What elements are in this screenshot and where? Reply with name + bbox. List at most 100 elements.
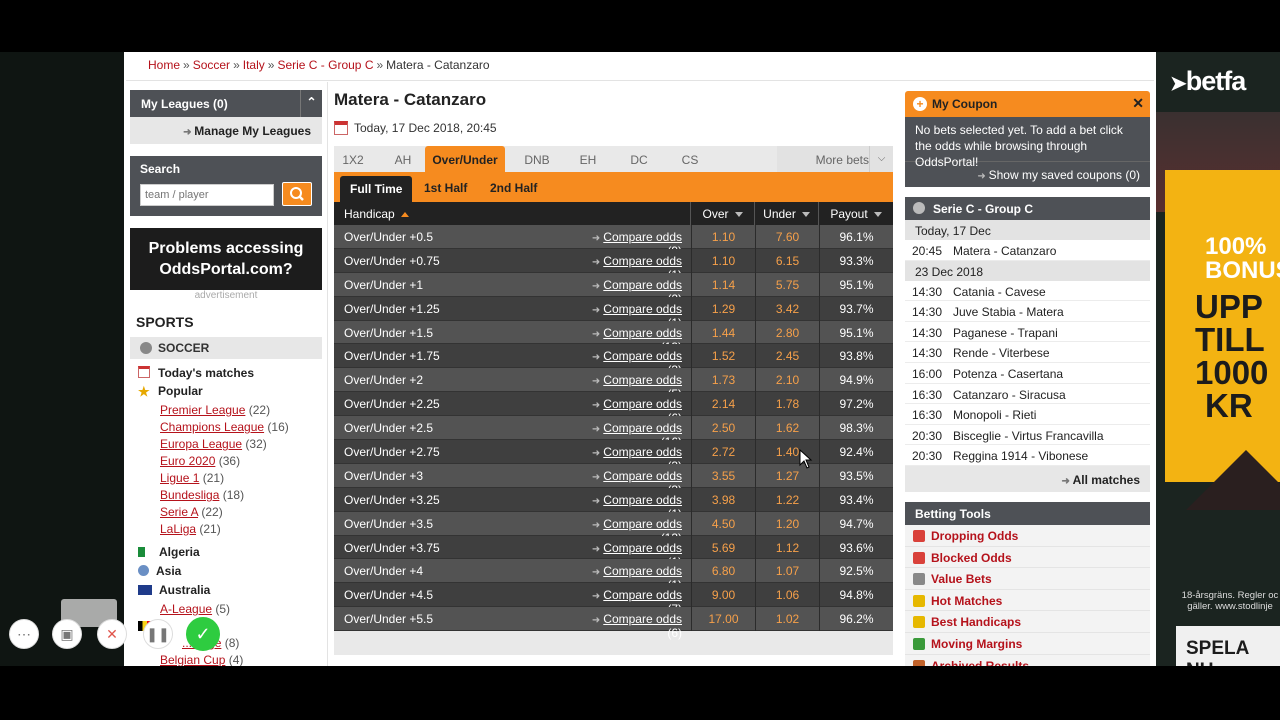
betfair-advertisement[interactable]: ➤betfa 100%BONUS UPPTILL1000KR 18-årsgrä…: [1156, 52, 1280, 666]
problems-banner[interactable]: Problems accessing OddsPortal.com?: [130, 228, 322, 290]
under-odds[interactable]: 2.80: [755, 320, 819, 345]
close-icon[interactable]: ✕: [1132, 95, 1144, 112]
pause-icon[interactable]: ❚❚: [143, 619, 173, 649]
match-item[interactable]: 20:45 Matera - Catanzaro: [905, 240, 1150, 261]
over-odds[interactable]: 4.50: [691, 511, 755, 536]
match-item[interactable]: 14:30 Juve Stabia - Matera: [905, 301, 1150, 322]
over-odds[interactable]: 2.50: [691, 416, 755, 441]
country-asia[interactable]: Asia: [130, 564, 322, 583]
compare-odds-link[interactable]: Compare odds: [603, 373, 682, 387]
col-handicap[interactable]: Handicap: [334, 202, 691, 225]
under-odds[interactable]: 5.75: [755, 272, 819, 297]
country-algeria[interactable]: Algeria: [130, 545, 322, 564]
compare-odds-link[interactable]: Compare odds: [603, 588, 682, 602]
over-odds[interactable]: 9.00: [691, 583, 755, 608]
under-odds[interactable]: 1.22: [755, 487, 819, 512]
compare-odds-link[interactable]: Compare odds: [603, 445, 682, 459]
col-over[interactable]: Over: [691, 202, 755, 225]
tool-link[interactable]: Archived Results: [905, 654, 1150, 666]
over-odds[interactable]: 1.10: [691, 248, 755, 273]
over-odds[interactable]: 1.52: [691, 344, 755, 369]
all-matches-link[interactable]: ➜ All matches: [905, 465, 1150, 492]
match-item[interactable]: 16:30 Catanzaro - Siracusa: [905, 384, 1150, 405]
league-link[interactable]: Premier League: [160, 403, 245, 417]
tab-over-under[interactable]: Over/Under: [425, 146, 505, 172]
match-item[interactable]: 16:00 Potenza - Casertana: [905, 363, 1150, 384]
over-odds[interactable]: 3.98: [691, 487, 755, 512]
compare-odds-link[interactable]: Compare odds: [603, 397, 682, 411]
tab-dc[interactable]: DC: [621, 146, 657, 172]
league-link[interactable]: Bundesliga: [160, 488, 219, 502]
col-under[interactable]: Under: [755, 202, 819, 225]
more-options-icon[interactable]: ⋯: [9, 619, 39, 649]
under-odds[interactable]: 1.20: [755, 511, 819, 536]
more-bets-dropdown[interactable]: More bets ⌵: [777, 146, 893, 172]
chevron-up-icon[interactable]: ⌃: [300, 90, 322, 117]
match-item[interactable]: 14:30 Paganese - Trapani: [905, 322, 1150, 343]
tool-link[interactable]: Dropping Odds: [905, 524, 1150, 547]
over-odds[interactable]: 2.14: [691, 392, 755, 417]
todays-matches-link[interactable]: Today's matches: [130, 366, 322, 384]
tool-link[interactable]: Hot Matches: [905, 589, 1150, 612]
league-link[interactable]: Europa League: [160, 437, 242, 451]
breadcrumb-italy[interactable]: Italy: [243, 58, 265, 72]
cancel-icon[interactable]: ✕: [97, 619, 127, 649]
over-odds[interactable]: 1.73: [691, 368, 755, 393]
breadcrumb-soccer[interactable]: Soccer: [193, 58, 230, 72]
tab-ah[interactable]: AH: [386, 146, 420, 172]
over-odds[interactable]: 3.55: [691, 463, 755, 488]
compare-odds-link[interactable]: Compare odds: [603, 517, 682, 531]
country-australia[interactable]: Australia: [130, 583, 322, 602]
compare-odds-link[interactable]: Compare odds: [603, 612, 682, 626]
under-odds[interactable]: 1.02: [755, 607, 819, 632]
tool-link[interactable]: Best Handicaps: [905, 611, 1150, 633]
breadcrumb-league[interactable]: Serie C - Group C: [277, 58, 373, 72]
subtab-1st-half[interactable]: 1st Half: [414, 177, 477, 199]
camera-icon[interactable]: ▣: [52, 619, 82, 649]
under-odds[interactable]: 1.07: [755, 559, 819, 584]
compare-odds-link[interactable]: Compare odds: [603, 469, 682, 483]
sport-soccer[interactable]: SOCCER: [130, 337, 322, 359]
under-odds[interactable]: 1.12: [755, 535, 819, 560]
my-leagues-header[interactable]: My Leagues (0) ⌃: [130, 90, 322, 117]
tool-link[interactable]: Moving Margins: [905, 632, 1150, 655]
compare-odds-link[interactable]: Compare odds: [603, 349, 682, 363]
under-odds[interactable]: 3.42: [755, 296, 819, 321]
ad-cta-button[interactable]: SPELA NU: [1176, 626, 1280, 666]
match-item[interactable]: 20:30 Reggina 1914 - Vibonese: [905, 445, 1150, 466]
under-odds[interactable]: 2.10: [755, 368, 819, 393]
match-item[interactable]: 16:30 Monopoli - Rieti: [905, 404, 1150, 425]
over-odds[interactable]: 1.14: [691, 272, 755, 297]
compare-odds-link[interactable]: Compare odds: [603, 541, 682, 555]
match-item[interactable]: 14:30 Rende - Viterbese: [905, 342, 1150, 363]
compare-odds-link[interactable]: Compare odds: [603, 564, 682, 578]
compare-odds-link[interactable]: Compare odds: [603, 493, 682, 507]
league-link[interactable]: Belgian Cup: [160, 653, 225, 666]
subtab-2nd-half[interactable]: 2nd Half: [480, 177, 547, 199]
tab-cs[interactable]: CS: [672, 146, 708, 172]
under-odds[interactable]: 1.06: [755, 583, 819, 608]
league-link[interactable]: Ligue 1: [160, 471, 199, 485]
under-odds[interactable]: 6.15: [755, 248, 819, 273]
under-odds[interactable]: 2.45: [755, 344, 819, 369]
compare-odds-link[interactable]: Compare odds: [603, 421, 682, 435]
over-odds[interactable]: 1.44: [691, 320, 755, 345]
compare-odds-link[interactable]: Compare odds: [603, 230, 682, 244]
league-link[interactable]: Euro 2020: [160, 454, 215, 468]
league-link[interactable]: Serie A: [160, 505, 198, 519]
league-box-header[interactable]: Serie C - Group C: [905, 197, 1150, 220]
tool-link[interactable]: Value Bets: [905, 568, 1150, 590]
tool-link[interactable]: Blocked Odds: [905, 546, 1150, 569]
tab-eh[interactable]: EH: [570, 146, 606, 172]
under-odds[interactable]: 1.78: [755, 392, 819, 417]
tab-dnb[interactable]: DNB: [514, 146, 560, 172]
search-input[interactable]: [140, 184, 274, 206]
over-odds[interactable]: 5.69: [691, 535, 755, 560]
compare-odds-link[interactable]: Compare odds: [603, 326, 682, 340]
match-item[interactable]: 20:30 Bisceglie - Virtus Francavilla: [905, 425, 1150, 446]
compare-odds-link[interactable]: Compare odds: [603, 254, 682, 268]
over-odds[interactable]: 1.10: [691, 225, 755, 249]
search-button[interactable]: [282, 182, 312, 206]
manage-leagues-link[interactable]: ➜ Manage My Leagues: [130, 117, 322, 144]
over-odds[interactable]: 1.29: [691, 296, 755, 321]
